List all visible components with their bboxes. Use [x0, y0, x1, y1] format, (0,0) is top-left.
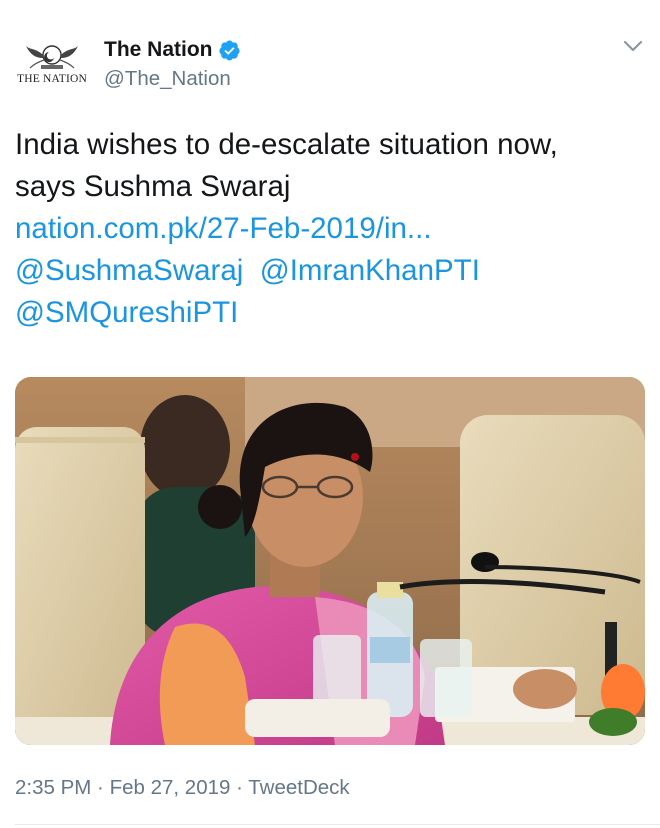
logo-wordmark: THE NATION: [16, 73, 88, 85]
article-link[interactable]: nation.com.pk/27-Feb-2019/in...: [15, 208, 645, 250]
tweet-header: THE NATION The Nation @The_Nation: [0, 0, 660, 110]
newspaper-crest-logo: [26, 45, 78, 69]
tweet-text-line: India wishes to de-escalate situation no…: [15, 128, 558, 161]
divider: [15, 824, 660, 825]
name-row: The Nation: [104, 36, 241, 64]
mention-sushmaswaraj[interactable]: @SushmaSwaraj: [15, 254, 243, 287]
tweet-photo[interactable]: [15, 377, 645, 745]
tweet-text-line: says Sushma Swaraj: [15, 170, 291, 203]
meta-separator: ·: [91, 776, 110, 799]
mention-smqureshipti[interactable]: @SMQureshiPTI: [15, 292, 645, 334]
meta-separator: ·: [230, 776, 249, 799]
tweet-source[interactable]: TweetDeck: [248, 776, 349, 799]
account-avatar[interactable]: THE NATION: [14, 38, 90, 90]
tweet-time[interactable]: 2:35 PM: [15, 776, 91, 799]
tweet-date[interactable]: Feb 27, 2019: [110, 776, 231, 799]
mention-imrankhanpti[interactable]: @ImranKhanPTI: [260, 254, 480, 287]
chevron-down-icon[interactable]: [622, 38, 644, 54]
account-handle[interactable]: @The_Nation: [104, 67, 231, 91]
verified-badge-icon: [218, 40, 240, 60]
display-name[interactable]: The Nation: [104, 38, 213, 62]
tweet-meta: 2:35 PM · Feb 27, 2019 · TweetDeck: [15, 776, 350, 800]
tweet-text: India wishes to de-escalate situation no…: [15, 124, 645, 334]
photo-illustration: [15, 377, 645, 745]
